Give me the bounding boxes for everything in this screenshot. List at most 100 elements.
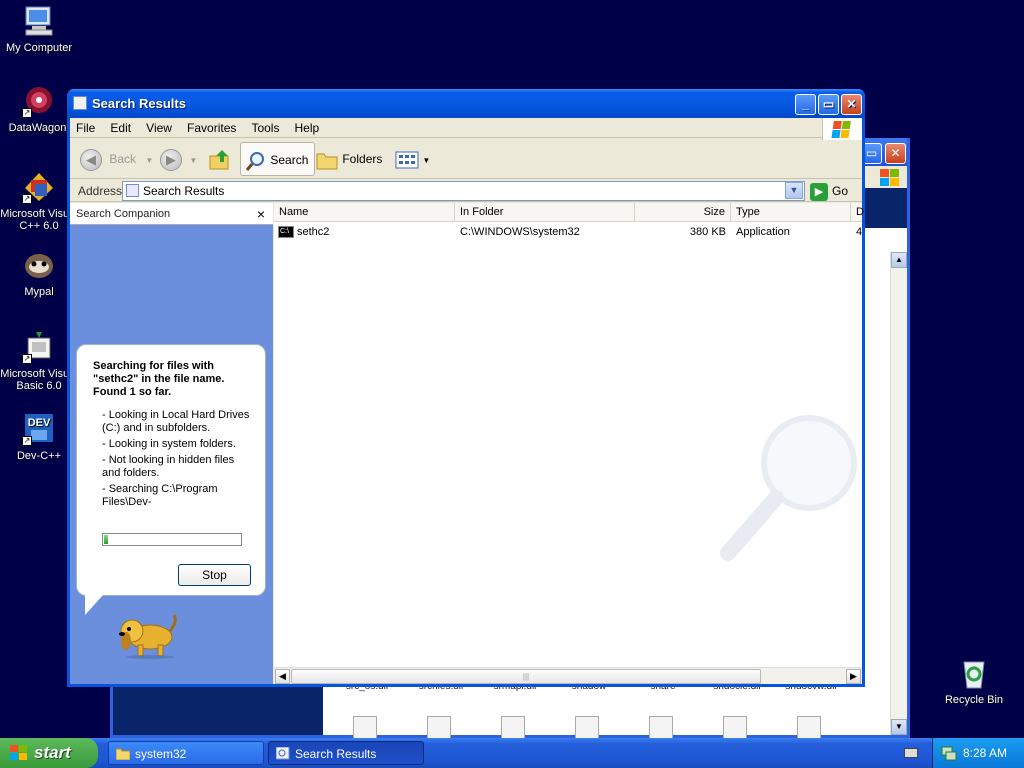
- column-header-name[interactable]: Name: [274, 203, 455, 222]
- search-status-line: - Looking in Local Hard Drives (C:) and …: [102, 409, 250, 434]
- column-header-in-folder[interactable]: In Folder: [455, 203, 635, 222]
- column-header-type[interactable]: Type: [731, 203, 851, 222]
- scroll-right-arrow-icon[interactable]: ▶: [846, 669, 861, 684]
- cell-in-folder: C:\WINDOWS\system32: [460, 226, 580, 238]
- horizontal-scrollbar[interactable]: ◀ ||| ▶: [274, 667, 862, 684]
- bubble-tail: [85, 595, 103, 615]
- dll-file-icon[interactable]: [427, 716, 451, 740]
- folders-icon: [316, 153, 338, 170]
- start-button[interactable]: start: [0, 738, 98, 768]
- dev-cpp-icon: DEV ↗: [22, 412, 56, 446]
- dll-file-icon[interactable]: [797, 716, 821, 740]
- column-header-size[interactable]: Size: [635, 203, 731, 222]
- forward-dropdown-icon[interactable]: ▼: [189, 156, 197, 165]
- visual-basic-icon: ↗: [22, 330, 56, 364]
- close-icon[interactable]: ×: [257, 203, 265, 225]
- column-header-date[interactable]: D: [851, 203, 871, 222]
- maximize-button[interactable]: ▭: [818, 94, 839, 115]
- up-folder-button[interactable]: [208, 142, 232, 176]
- menu-help[interactable]: Help: [289, 118, 326, 138]
- windows-flag-icon: [10, 745, 27, 760]
- file-name: sethc2: [297, 226, 330, 238]
- scroll-left-arrow-icon[interactable]: ◀: [275, 669, 290, 684]
- dll-file-icon[interactable]: [501, 716, 525, 740]
- scrollbar-thumb[interactable]: |||: [291, 669, 761, 684]
- clock[interactable]: 8:28 AM: [963, 746, 1007, 760]
- dll-file-icon[interactable]: [723, 716, 747, 740]
- go-button[interactable]: ▶ Go: [810, 181, 848, 201]
- stop-button[interactable]: Stop: [178, 564, 251, 586]
- dll-file-icon[interactable]: [649, 716, 673, 740]
- address-bar: Address Search Results ▼ ▶ Go: [70, 180, 862, 202]
- search-status-line: - Searching C:\Program Files\Dev-Cpp\Min…: [102, 483, 218, 508]
- bg-close-button[interactable]: ✕: [885, 143, 906, 164]
- forward-arrow-icon: ▶: [160, 148, 182, 171]
- menu-tools[interactable]: Tools: [245, 118, 285, 138]
- search-progress-bar: [102, 533, 242, 546]
- menu-file[interactable]: File: [70, 118, 101, 138]
- close-button[interactable]: ✕: [841, 94, 862, 115]
- search-magnifier-icon: [245, 151, 264, 171]
- shortcut-arrow-icon: ↗: [22, 108, 32, 118]
- column-header-row: Name In Folder Size Type D: [274, 203, 864, 222]
- back-dropdown-icon[interactable]: ▼: [145, 156, 153, 165]
- folders-button[interactable]: Folders: [315, 142, 382, 176]
- mypal-icon: [22, 248, 56, 282]
- shortcut-arrow-icon: ↗: [22, 436, 32, 446]
- taskbar-item-search-results[interactable]: Search Results: [268, 741, 424, 765]
- menu-favorites[interactable]: Favorites: [181, 118, 242, 138]
- results-list-view: Name In Folder Size Type D C:\ sethc2 C:\…: [274, 203, 864, 684]
- cell-size: 380 KB: [689, 226, 726, 238]
- network-icon[interactable]: [941, 745, 957, 761]
- bg-vertical-scrollbar[interactable]: ▲ ▼: [890, 252, 907, 735]
- table-row[interactable]: C:\ sethc2 C:\WINDOWS\system32 380 KB App…: [274, 223, 862, 241]
- address-value: Search Results: [143, 184, 225, 198]
- folder-icon: [116, 748, 130, 760]
- menu-edit[interactable]: Edit: [104, 118, 137, 138]
- address-dropdown-icon[interactable]: ▼: [785, 182, 803, 199]
- my-computer-icon: [22, 4, 56, 38]
- back-arrow-icon: ◀: [80, 148, 102, 171]
- dll-file-icon[interactable]: [575, 716, 599, 740]
- scroll-down-arrow-icon[interactable]: ▼: [891, 719, 907, 735]
- toolbar: ◀ Back ▼ ▶ ▼ Search Folders ▼: [70, 139, 862, 179]
- window-titlebar[interactable]: Search Results _ ▭ ✕: [67, 89, 865, 118]
- application-file-icon: C:\: [278, 226, 294, 239]
- views-icon: [395, 151, 419, 169]
- shortcut-arrow-icon: ↗: [22, 194, 32, 204]
- search-results-icon: [126, 184, 139, 197]
- cell-name: C:\ sethc2: [278, 223, 329, 241]
- watermark-magnifier-icon: [714, 408, 864, 568]
- back-label: Back: [109, 152, 137, 166]
- cell-type: Application: [736, 226, 790, 238]
- search-results-window-icon: [276, 747, 290, 760]
- dll-file-icon[interactable]: [353, 716, 377, 740]
- search-results-window: Search Results _ ▭ ✕ File Edit View Favo…: [67, 89, 865, 687]
- taskbar-item-label: system32: [135, 747, 187, 761]
- search-window-icon: [73, 96, 87, 110]
- back-button[interactable]: ◀ Back ▼: [80, 142, 153, 176]
- taskbar-item-system32[interactable]: system32: [108, 741, 264, 765]
- views-dropdown-icon: ▼: [422, 156, 431, 165]
- menu-view[interactable]: View: [140, 118, 178, 138]
- search-status-line: - Not looking in hidden files and folder…: [102, 454, 235, 479]
- forward-button[interactable]: ▶ ▼: [160, 142, 197, 176]
- search-progress-fill: [103, 534, 109, 545]
- search-dog-animation-icon[interactable]: [114, 601, 180, 659]
- minimize-button[interactable]: _: [795, 94, 816, 115]
- desktop-icon-recycle-bin[interactable]: Recycle Bin: [935, 656, 1013, 706]
- cell-date: 4: [856, 226, 863, 238]
- shortcut-arrow-icon: ↗: [22, 354, 32, 364]
- desktop-icon-label: Recycle Bin: [944, 694, 1004, 706]
- search-label: Search: [270, 153, 309, 167]
- recycle-bin-icon: [957, 656, 991, 690]
- search-button[interactable]: Search: [240, 142, 316, 176]
- scroll-up-arrow-icon[interactable]: ▲: [891, 252, 907, 268]
- keyboard-icon[interactable]: [904, 748, 918, 758]
- address-input[interactable]: Search Results: [122, 181, 805, 201]
- up-folder-icon: [209, 149, 229, 170]
- search-status-heading: Searching for files with "sethc2" in the…: [93, 360, 225, 398]
- views-button[interactable]: ▼: [395, 142, 430, 176]
- go-label: Go: [832, 184, 849, 198]
- desktop-icon-my-computer[interactable]: My Computer: [0, 4, 78, 54]
